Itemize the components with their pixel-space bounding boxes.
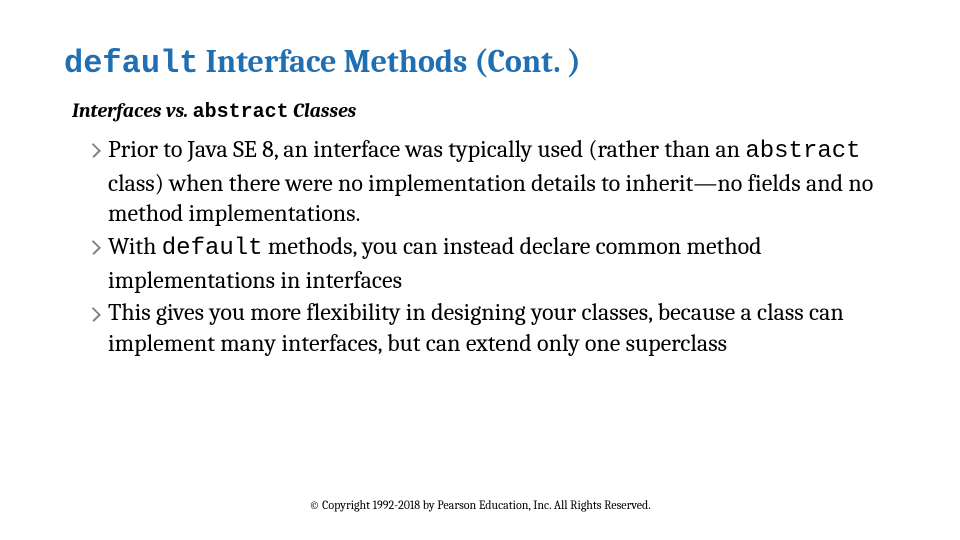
title-rest: Interface Methods (Cont. ) xyxy=(198,43,580,80)
slide: default Interface Methods (Cont. ) Inter… xyxy=(0,0,960,540)
bullet-text-pre: With xyxy=(108,232,162,260)
subheading-before: Interfaces vs. xyxy=(72,99,193,122)
list-item: With default methods, you can instead de… xyxy=(88,231,886,295)
slide-title: default Interface Methods (Cont. ) xyxy=(64,44,896,83)
list-item: This gives you more flexibility in desig… xyxy=(88,297,886,361)
subheading-code: abstract xyxy=(193,101,289,124)
copyright-footer: © Copyright 1992-2018 by Pearson Educati… xyxy=(0,498,960,512)
subheading-after: Classes xyxy=(289,99,357,122)
title-code: default xyxy=(64,45,198,82)
bullet-text-code: default xyxy=(162,235,263,262)
bullet-text-post: class) when there were no implementation… xyxy=(108,169,873,228)
bullet-text-pre: This gives you more flexibility in desig… xyxy=(108,298,844,357)
subheading: Interfaces vs. abstract Classes xyxy=(72,99,896,124)
bullet-text-pre: Prior to Java SE 8, an interface was typ… xyxy=(108,135,745,163)
list-item: Prior to Java SE 8, an interface was typ… xyxy=(88,134,886,229)
bullet-text-code: abstract xyxy=(745,138,860,165)
bullet-list: Prior to Java SE 8, an interface was typ… xyxy=(64,134,896,362)
